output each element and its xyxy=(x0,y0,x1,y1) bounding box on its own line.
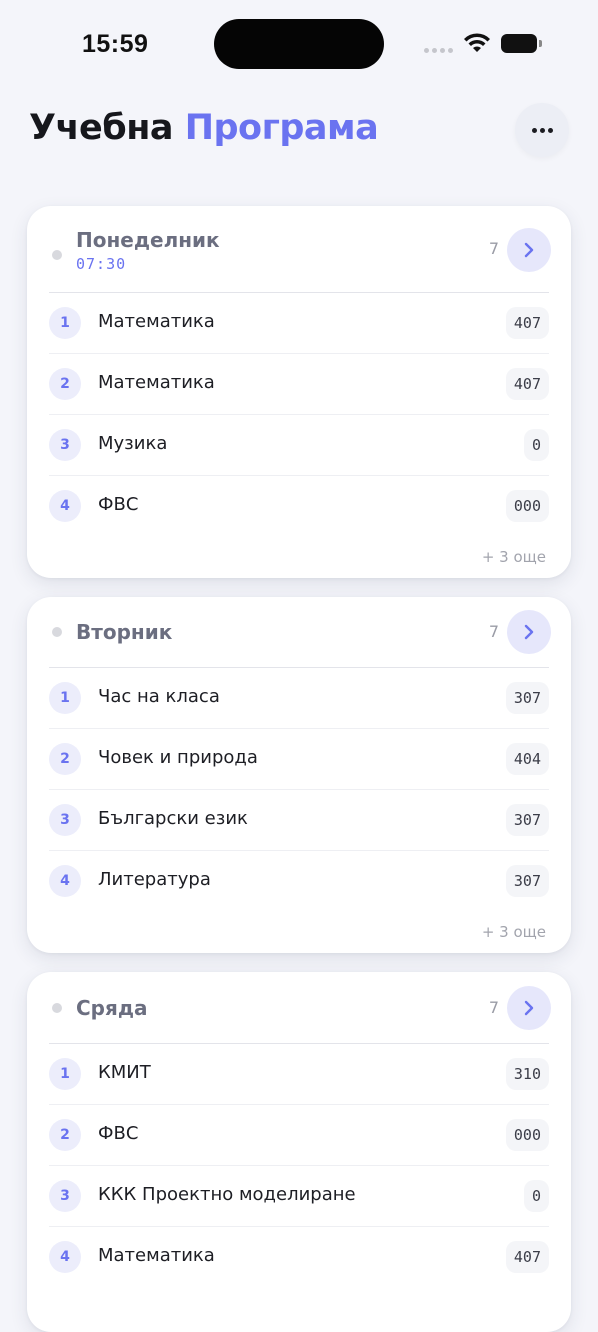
battery-cap xyxy=(539,40,542,47)
ellipsis-icon-dot xyxy=(547,127,553,133)
cellular-signal-icon xyxy=(424,48,453,53)
dynamic-island xyxy=(214,19,384,69)
lesson-row[interactable]: 3 Български език 307 xyxy=(49,790,549,851)
lesson-row[interactable]: 4 Литература 307 xyxy=(49,851,549,912)
lesson-room: 407 xyxy=(505,307,549,339)
more-lessons-link[interactable]: + 3 още xyxy=(482,923,546,941)
status-bar: 15:59 xyxy=(0,0,598,90)
page-title-part2: Програма xyxy=(184,108,379,148)
open-day-button[interactable] xyxy=(507,228,551,272)
day-card-monday[interactable]: Понеделник 07:30 7 1 Математика 407 2 Ма… xyxy=(27,206,571,578)
ellipsis-icon-dot xyxy=(539,127,545,133)
lesson-subject: ККК Проектно моделиране xyxy=(98,1184,356,1205)
day-card-tuesday[interactable]: Вторник 7 1 Час на класа 307 2 Човек и п… xyxy=(27,597,571,953)
lesson-subject: Български език xyxy=(98,808,248,829)
day-card-wednesday[interactable]: Сряда 7 1 КМИТ 310 2 ФВС 000 3 ККК Проек… xyxy=(27,972,571,1332)
lesson-row[interactable]: 2 Математика 407 xyxy=(49,354,549,415)
day-status-dot xyxy=(52,250,62,260)
lesson-subject: Математика xyxy=(98,1245,215,1266)
lesson-subject: ФВС xyxy=(98,1123,139,1144)
lesson-subject: Математика xyxy=(98,311,215,332)
lesson-subject: Математика xyxy=(98,372,215,393)
lesson-number: 3 xyxy=(49,1180,81,1212)
day-name: Понеделник xyxy=(76,228,220,252)
lesson-subject: ФВС xyxy=(98,494,139,515)
lesson-subject: Човек и природа xyxy=(98,747,258,768)
lesson-row[interactable]: 4 Математика 407 xyxy=(49,1227,549,1288)
page-title: Учебна Програма xyxy=(29,108,379,148)
lesson-number: 1 xyxy=(49,307,81,339)
lesson-count: 7 xyxy=(488,622,499,641)
open-day-button[interactable] xyxy=(507,610,551,654)
more-lessons-link[interactable]: + 3 още xyxy=(482,548,546,566)
lesson-row[interactable]: 1 Час на класа 307 xyxy=(49,668,549,729)
lesson-room: 307 xyxy=(505,804,549,836)
lesson-room: 404 xyxy=(505,743,549,775)
lesson-number: 2 xyxy=(49,368,81,400)
lesson-room: 000 xyxy=(505,490,549,522)
ellipsis-icon xyxy=(531,127,537,133)
lesson-row[interactable]: 1 Математика 407 xyxy=(49,293,549,354)
lesson-count: 7 xyxy=(488,239,499,258)
chevron-right-icon xyxy=(524,242,534,258)
lesson-room: 307 xyxy=(505,682,549,714)
lesson-room: 0 xyxy=(523,429,549,461)
lesson-room: 000 xyxy=(505,1119,549,1151)
lesson-number: 4 xyxy=(49,1241,81,1273)
lesson-subject: Музика xyxy=(98,433,168,454)
day-name: Вторник xyxy=(76,620,173,644)
day-start-time: 07:30 xyxy=(76,255,127,273)
day-name: Сряда xyxy=(76,996,148,1020)
lesson-room: 407 xyxy=(505,368,549,400)
lesson-number: 1 xyxy=(49,682,81,714)
lesson-row[interactable]: 2 ФВС 000 xyxy=(49,1105,549,1166)
lesson-number: 2 xyxy=(49,1119,81,1151)
lesson-room: 310 xyxy=(505,1058,549,1090)
lesson-room: 0 xyxy=(523,1180,549,1212)
lesson-room: 307 xyxy=(505,865,549,897)
day-status-dot xyxy=(52,1003,62,1013)
lesson-number: 1 xyxy=(49,1058,81,1090)
lesson-row[interactable]: 2 Човек и природа 404 xyxy=(49,729,549,790)
page-title-part1: Учебна xyxy=(29,108,174,148)
open-day-button[interactable] xyxy=(507,986,551,1030)
lesson-subject: Час на класа xyxy=(98,686,220,707)
lesson-number: 3 xyxy=(49,804,81,836)
lesson-row[interactable]: 4 ФВС 000 xyxy=(49,476,549,537)
chevron-right-icon xyxy=(524,1000,534,1016)
day-status-dot xyxy=(52,627,62,637)
lesson-row[interactable]: 1 КМИТ 310 xyxy=(49,1044,549,1105)
lesson-row[interactable]: 3 ККК Проектно моделиране 0 xyxy=(49,1166,549,1227)
lesson-subject: Литература xyxy=(98,869,211,890)
lesson-subject: КМИТ xyxy=(98,1062,151,1083)
lesson-number: 4 xyxy=(49,865,81,897)
chevron-right-icon xyxy=(524,624,534,640)
lesson-number: 3 xyxy=(49,429,81,461)
battery-icon xyxy=(501,34,537,53)
lesson-number: 4 xyxy=(49,490,81,522)
more-options-button[interactable] xyxy=(515,103,569,157)
lesson-number: 2 xyxy=(49,743,81,775)
status-time: 15:59 xyxy=(82,30,149,58)
lesson-row[interactable]: 3 Музика 0 xyxy=(49,415,549,476)
lesson-room: 407 xyxy=(505,1241,549,1273)
lesson-count: 7 xyxy=(488,998,499,1017)
wifi-icon xyxy=(464,33,490,52)
